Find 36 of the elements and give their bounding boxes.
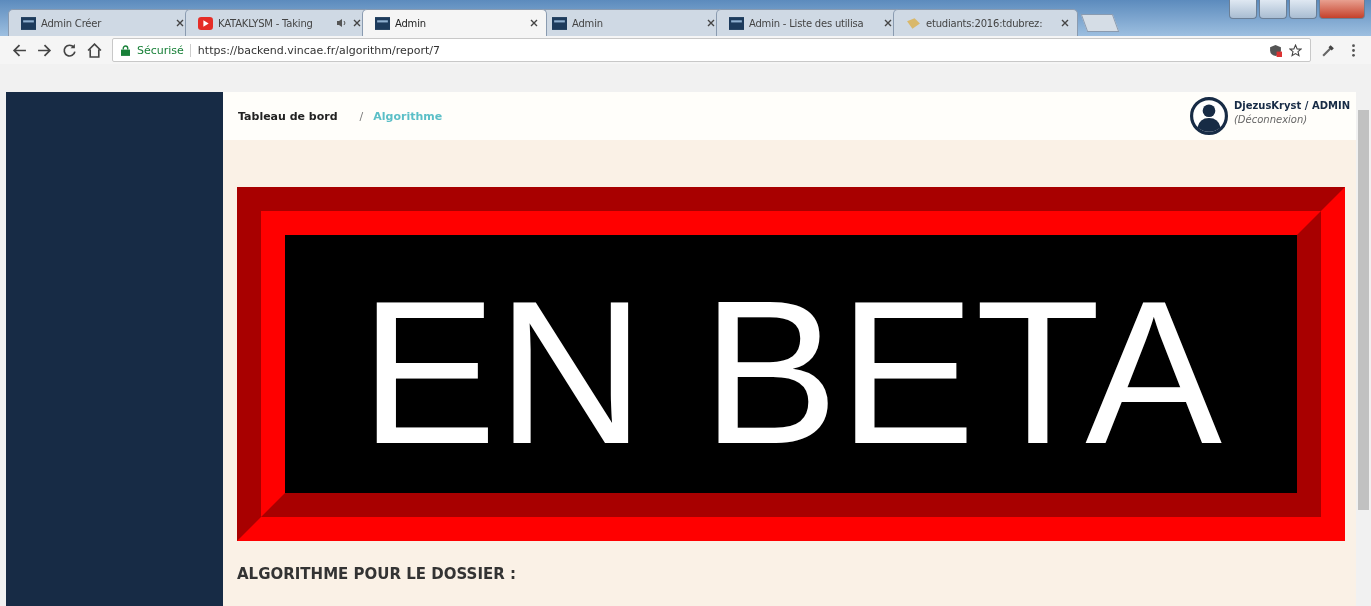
close-icon[interactable]: [884, 19, 892, 27]
logout-link[interactable]: (Déconnexion): [1233, 113, 1350, 125]
eyedropper-icon[interactable]: [1321, 42, 1336, 58]
breadcrumb-separator: /: [359, 109, 364, 123]
lock-icon: [121, 44, 130, 56]
minimize-button[interactable]: [1259, 0, 1287, 19]
app-favicon-icon: [375, 16, 390, 30]
user-button[interactable]: [1229, 0, 1257, 19]
url-text: https://backend.vincae.fr/algorithm/report/7: [197, 43, 441, 57]
close-icon[interactable]: [353, 19, 361, 27]
close-icon[interactable]: [707, 19, 715, 27]
close-icon[interactable]: [1061, 19, 1069, 27]
maximize-button[interactable]: [1289, 0, 1317, 19]
app-favicon-icon: [729, 16, 744, 30]
browser-tab[interactable]: etudiants:2016:tdubrez:: [893, 9, 1078, 36]
address-bar[interactable]: Sécurisé https://backend.vincae.fr/algorithm/report/7: [112, 38, 1311, 62]
app-favicon-icon: [552, 16, 567, 30]
reload-icon[interactable]: [62, 42, 77, 58]
close-icon[interactable]: [530, 19, 538, 27]
user-name: DjezusKryst / ADMIN: [1233, 99, 1350, 111]
forward-icon[interactable]: [37, 42, 52, 58]
play-icon: [198, 16, 213, 30]
security-label: Sécurisé: [137, 43, 191, 57]
browser-tab[interactable]: Admin: [362, 9, 547, 36]
home-icon[interactable]: [87, 42, 102, 58]
back-icon[interactable]: [12, 42, 27, 58]
section-title: ALGORITHME POUR LE DOSSIER :: [237, 565, 517, 583]
close-icon[interactable]: [176, 19, 184, 27]
breadcrumb-link[interactable]: Tableau de bord: [238, 109, 338, 123]
app-favicon-icon: [21, 16, 36, 30]
star-icon[interactable]: [1289, 43, 1302, 57]
avatar-icon: [1189, 97, 1228, 135]
speaker-icon[interactable]: [336, 18, 348, 28]
shield-icon[interactable]: [1269, 43, 1282, 57]
banner-text: EN BETA: [360, 255, 1222, 474]
document-icon: [906, 16, 921, 30]
